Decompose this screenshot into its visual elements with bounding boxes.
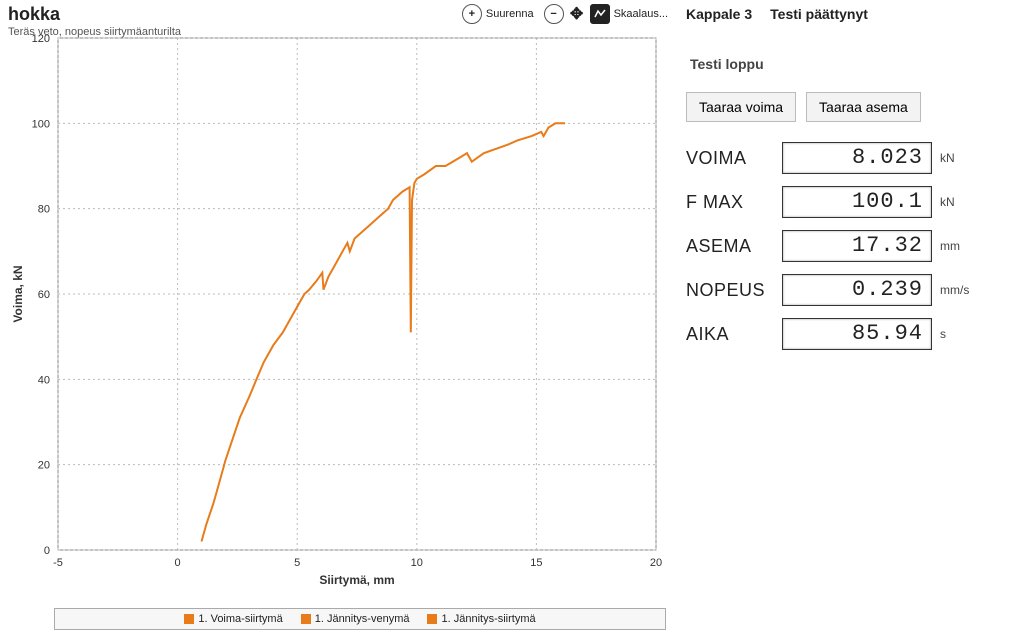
legend-item[interactable]: 1. Jännitys-siirtymä [427,613,535,625]
svg-text:0: 0 [44,545,50,557]
svg-text:-5: -5 [53,557,63,569]
readout-label: NOPEUS [686,280,774,301]
tare-position-button[interactable]: Taaraa asema [806,92,921,122]
svg-text:60: 60 [38,289,50,301]
svg-text:20: 20 [650,557,662,569]
svg-text:80: 80 [38,204,50,216]
svg-text:15: 15 [530,557,542,569]
zoom-in-label: Suurenna [486,8,534,20]
status-text: Testi loppu [674,28,1024,92]
legend-swatch [301,614,311,624]
readout-row-aika: AIKA 85.94 s [674,312,1024,356]
readout-row-asema: ASEMA 17.32 mm [674,224,1024,268]
chart-toolbar: + Suurenna − ✥ Skaalaus... [462,4,674,24]
svg-text:Siirtymä, mm: Siirtymä, mm [319,573,394,587]
readout-value: 0.239 [782,274,932,306]
readout-row-fmax: F MAX 100.1 kN [674,180,1024,224]
readout-label: F MAX [686,192,774,213]
svg-text:120: 120 [32,33,50,45]
readout-label: ASEMA [686,236,774,257]
readout-label: AIKA [686,324,774,345]
readout-row-voima: VOIMA 8.023 kN [674,136,1024,180]
scale-icon[interactable] [590,4,610,24]
readout-header: Kappale 3 Testi päättynyt [674,0,1024,28]
svg-text:5: 5 [294,557,300,569]
svg-text:10: 10 [411,557,423,569]
chart-title: hokka [8,4,60,25]
tare-force-button[interactable]: Taaraa voima [686,92,796,122]
readout-unit: s [940,327,976,341]
readout-label: VOIMA [686,148,774,169]
readout-unit: mm/s [940,283,976,297]
readout-row-nopeus: NOPEUS 0.239 mm/s [674,268,1024,312]
readout-unit: mm [940,239,976,253]
svg-text:100: 100 [32,118,50,130]
chart-plot[interactable]: 020406080100120-505101520Siirtymä, mmVoi… [8,30,666,590]
scale-label: Skaalaus... [614,8,668,20]
readout-unit: kN [940,151,976,165]
readout-value: 17.32 [782,230,932,262]
svg-text:Voima, kN: Voima, kN [11,265,25,322]
legend-item[interactable]: 1. Voima-siirtymä [184,613,282,625]
svg-text:0: 0 [175,557,181,569]
svg-text:20: 20 [38,460,50,472]
legend-swatch [184,614,194,624]
readout-value: 85.94 [782,318,932,350]
test-state-label: Testi päättynyt [770,6,868,22]
zoom-out-icon[interactable]: − [544,4,564,24]
readout-value: 100.1 [782,186,932,218]
chart-panel: hokka Teräs veto, nopeus siirtymäanturil… [0,0,674,640]
legend-swatch [427,614,437,624]
specimen-label: Kappale 3 [686,6,752,22]
chart-legend: 1. Voima-siirtymä 1. Jännitys-venymä 1. … [54,608,666,630]
zoom-in-icon[interactable]: + [462,4,482,24]
readout-value: 8.023 [782,142,932,174]
legend-item[interactable]: 1. Jännitys-venymä [301,613,410,625]
readout-panel: Kappale 3 Testi päättynyt Testi loppu Ta… [674,0,1024,640]
pan-icon[interactable]: ✥ [568,5,586,23]
readout-unit: kN [940,195,976,209]
svg-text:40: 40 [38,374,50,386]
